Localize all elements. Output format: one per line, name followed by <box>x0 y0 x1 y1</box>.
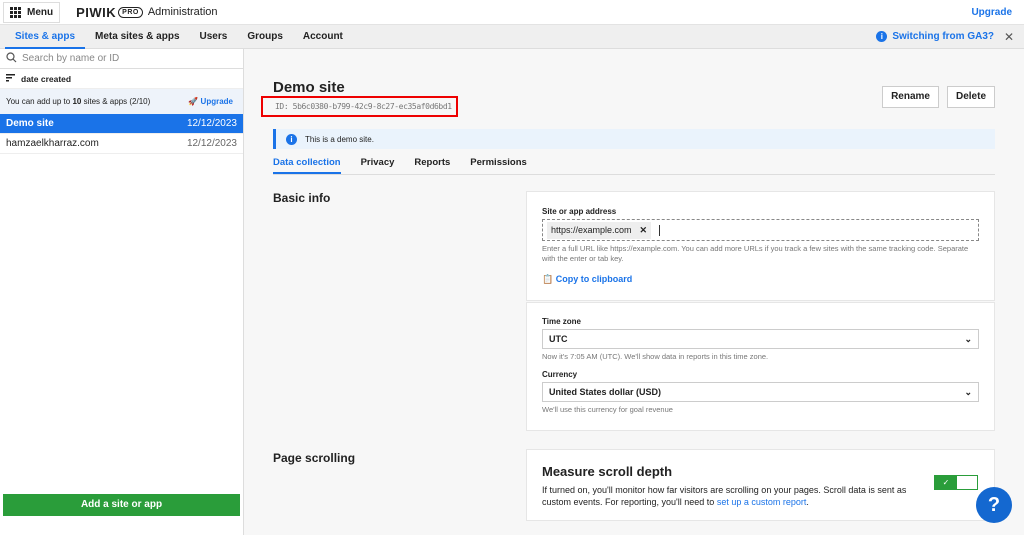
demo-notice: i This is a demo site. <box>273 129 995 149</box>
scroll-depth-title: Measure scroll depth <box>542 464 673 479</box>
site-id: ID: 5b6c0380-b799-42c9-8c27-ec35af0d6bd1 <box>261 96 458 117</box>
currency-select[interactable]: United States dollar (USD) ⌄ <box>542 382 979 402</box>
upgrade-link[interactable]: Upgrade <box>971 7 1012 18</box>
site-list-item[interactable]: hamzaelkharraz.com 12/12/2023 <box>0 134 243 154</box>
tabs: Data collection Privacy Reports Permissi… <box>273 157 995 175</box>
menu-label: Menu <box>27 6 54 18</box>
page-title: Demo site <box>273 79 345 96</box>
currency-hint: We'll use this currency for goal revenue <box>542 405 673 414</box>
piwik-pro-logo[interactable]: PIWIK PRO <box>76 5 143 20</box>
sort-label: date created <box>21 73 72 84</box>
main-nav: Sites & apps Meta sites & apps Users Gro… <box>0 25 1024 49</box>
menu-button[interactable]: Menu <box>3 1 61 23</box>
clipboard-icon: 📋 <box>542 274 554 284</box>
custom-report-link[interactable]: set up a custom report <box>717 497 807 507</box>
info-icon: i <box>286 133 297 145</box>
close-icon[interactable]: ✕ <box>1004 30 1014 44</box>
info-icon: i <box>876 31 888 42</box>
delete-button[interactable]: Delete <box>946 86 995 108</box>
nav-users[interactable]: Users <box>190 25 238 49</box>
tab-reports[interactable]: Reports <box>414 157 450 174</box>
timezone-label: Time zone <box>542 317 581 326</box>
help-button[interactable]: ? <box>976 487 1012 523</box>
chevron-down-icon: ⌄ <box>964 386 972 397</box>
timezone-hint: Now it's 7:05 AM (UTC). We'll show data … <box>542 352 769 361</box>
url-chip: https://example.com ✕ <box>547 221 652 239</box>
nav-meta-sites[interactable]: Meta sites & apps <box>85 25 189 49</box>
section-title: Administration <box>147 6 218 18</box>
rocket-icon: 🚀 <box>188 97 199 106</box>
search-icon <box>6 51 17 66</box>
site-list-item[interactable]: Demo site 12/12/2023 <box>0 114 243 134</box>
address-card: Site or app address https://example.com ✕… <box>526 191 995 301</box>
currency-label: Currency <box>542 370 578 379</box>
sidebar-upgrade-link[interactable]: 🚀 Upgrade <box>188 97 233 106</box>
remove-chip-icon[interactable]: ✕ <box>640 225 648 236</box>
page-scrolling-heading: Page scrolling <box>273 451 356 465</box>
tab-permissions[interactable]: Permissions <box>470 157 527 174</box>
tab-privacy[interactable]: Privacy <box>361 157 395 174</box>
top-bar: Menu PIWIK PRO Administration Upgrade <box>0 0 1024 25</box>
address-hint: Enter a full URL like https://example.co… <box>542 244 969 263</box>
nav-account[interactable]: Account <box>293 25 353 49</box>
limit-text: You can add up to 10 sites & apps (2/10) <box>6 97 151 106</box>
timezone-select[interactable]: UTC ⌄ <box>542 329 979 349</box>
nav-groups[interactable]: Groups <box>237 25 293 49</box>
sort-control[interactable]: date created <box>0 69 243 89</box>
nav-sites-apps[interactable]: Sites & apps <box>5 25 86 49</box>
chevron-down-icon: ⌄ <box>964 333 972 344</box>
rename-button[interactable]: Rename <box>882 86 939 108</box>
scroll-depth-desc: If turned on, you'll monitor how far vis… <box>542 485 907 507</box>
ga3-label: Switching from GA3? <box>892 31 994 42</box>
search-input[interactable]: Search by name or ID <box>22 53 119 64</box>
check-icon: ✓ <box>942 478 950 487</box>
basic-info-heading: Basic info <box>273 191 331 205</box>
scroll-depth-card: Measure scroll depth If turned on, you'l… <box>526 449 995 521</box>
locale-card: Time zone UTC ⌄ Now it's 7:05 AM (UTC). W… <box>526 302 995 431</box>
sites-sidebar: Search by name or ID date created You ca… <box>0 49 244 535</box>
search-box[interactable]: Search by name or ID <box>0 49 243 69</box>
sort-icon <box>6 73 15 84</box>
address-input[interactable]: https://example.com ✕ <box>542 219 979 241</box>
limit-banner: You can add up to 10 sites & apps (2/10)… <box>0 89 243 114</box>
switching-ga3-link[interactable]: i Switching from GA3? <box>876 31 994 42</box>
add-site-button[interactable]: Add a site or app <box>3 494 240 516</box>
grid-icon <box>10 6 21 18</box>
scroll-depth-toggle[interactable]: ✓ <box>934 475 978 490</box>
copy-clipboard-button[interactable]: 📋 Copy to clipboard <box>542 274 979 285</box>
tab-data-collection[interactable]: Data collection <box>273 157 341 174</box>
address-label: Site or app address <box>542 207 617 216</box>
